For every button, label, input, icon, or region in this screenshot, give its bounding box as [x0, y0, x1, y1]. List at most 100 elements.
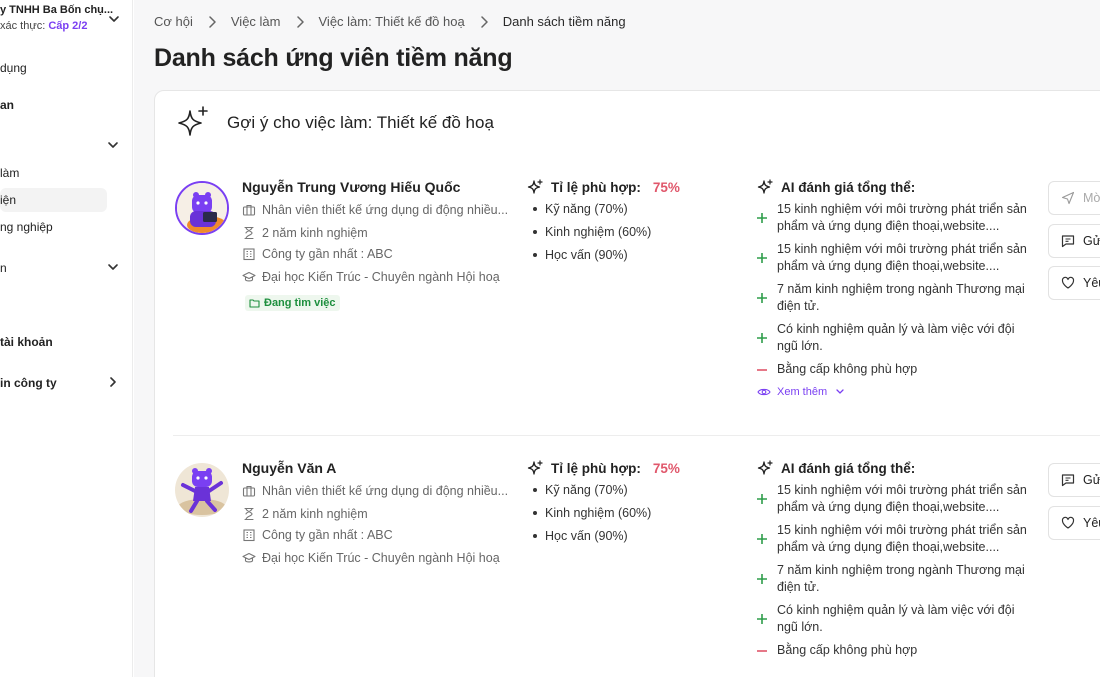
heart-icon [1061, 276, 1075, 290]
chevron-down-icon [836, 389, 844, 394]
ai-con-item: Bằng cấp không phù hợp [757, 642, 1037, 659]
education-row: Đại học Kiến Trúc - Chuyên ngành Hội hoạ [242, 270, 500, 284]
sidebar-item-1[interactable]: dụng [0, 61, 27, 75]
see-more-label: Xem thêm [777, 386, 828, 398]
avatar [175, 463, 229, 517]
ai-evaluation-block: AI đánh giá tổng thể: 15 kinh nghiệm với… [757, 179, 1037, 398]
briefcase-icon [242, 484, 256, 498]
ai-pro-item: Có kinh nghiệm quản lý và làm việc với đ… [757, 321, 1037, 355]
invite-button[interactable]: Mờ [1048, 181, 1100, 215]
breadcrumb-item-opportunities[interactable]: Cơ hội [154, 14, 193, 29]
breadcrumb-item-current: Danh sách tiềm năng [502, 14, 626, 29]
status-text: Đang tìm việc [264, 297, 336, 309]
message-button[interactable]: Gửi [1048, 224, 1100, 258]
ai-item-text: 15 kinh nghiệm với môi trường phát triển… [777, 523, 1027, 554]
verification-prefix: xác thực: [0, 20, 46, 32]
fit-rate-value: 75% [652, 179, 680, 195]
avatar [175, 181, 229, 235]
fit-rate-block: Tỉ lệ phù hợp: 75% Kỹ năng (70%) Kinh ng… [527, 179, 680, 270]
fit-rate-title: Tỉ lệ phù hợp: 75% [527, 460, 680, 476]
ai-item-text: 7 năm kinh nghiệm trong ngành Thương mại… [777, 282, 1025, 313]
eye-icon [757, 388, 771, 396]
hourglass-icon [242, 226, 256, 240]
ai-pro-item: 15 kinh nghiệm với môi trường phát triển… [757, 482, 1037, 516]
candidate-position: Nhân viên thiết kế ứng dụng di động nhiề… [262, 203, 509, 217]
fit-item: Kỹ năng (70%) [527, 482, 680, 498]
verification-status: xác thực: Cấp 2/2 [0, 20, 87, 32]
fit-item: Kỹ năng (70%) [527, 201, 680, 217]
chevron-right-icon[interactable] [106, 375, 120, 389]
ai-pro-item: 15 kinh nghiệm với môi trường phát triển… [757, 522, 1037, 556]
sidebar-item-4[interactable]: iện [0, 193, 16, 207]
chat-icon [1061, 234, 1075, 248]
sidebar-item-6[interactable]: n [0, 261, 7, 275]
building-icon [242, 247, 256, 261]
sidebar-item-7[interactable]: tài khoản [0, 335, 53, 349]
chevron-down-icon[interactable] [106, 260, 120, 274]
sidebar-item-3[interactable]: làm [0, 166, 19, 180]
heart-icon [1061, 516, 1075, 530]
message-button-label: Gửi [1083, 234, 1100, 248]
plus-icon [757, 293, 767, 303]
candidate-name[interactable]: Nguyễn Văn A [242, 460, 336, 476]
fit-item: Học vấn (90%) [527, 247, 680, 263]
message-button[interactable]: Gửi [1048, 463, 1100, 497]
candidate-company: Công ty gần nhất : ABC [262, 528, 393, 542]
see-more-link[interactable]: Xem thêm [757, 386, 1037, 398]
fit-item-text: Kỹ năng (70%) [545, 483, 628, 497]
experience-row: 2 năm kinh nghiệm [242, 226, 368, 240]
ai-item-text: 15 kinh nghiệm với môi trường phát triển… [777, 483, 1027, 514]
favorite-button[interactable]: Yêu [1048, 506, 1100, 540]
plus-icon [757, 494, 767, 504]
chat-icon [1061, 473, 1075, 487]
status-badge: Đang tìm việc [245, 295, 340, 311]
breadcrumb: Cơ hội Việc làm Việc làm: Thiết kế đồ ho… [154, 14, 626, 29]
sidebar-item-8[interactable]: in công ty [0, 376, 57, 390]
fit-item-text: Kỹ năng (70%) [545, 202, 628, 216]
sparkles-icon [178, 106, 208, 136]
breadcrumb-item-jobs[interactable]: Việc làm [231, 14, 281, 29]
sparkles-icon [527, 460, 543, 476]
chevron-right-icon [295, 15, 305, 28]
ai-pro-item: 15 kinh nghiệm với môi trường phát triển… [757, 201, 1037, 235]
minus-icon [757, 649, 767, 652]
plus-icon [757, 213, 767, 223]
page-title: Danh sách ứng viên tiềm năng [154, 44, 513, 72]
building-icon [242, 528, 256, 542]
ai-con-item: Bằng cấp không phù hợp [757, 361, 1037, 378]
ai-evaluation-title: AI đánh giá tổng thể: [757, 179, 1037, 195]
candidate-experience: 2 năm kinh nghiệm [262, 507, 368, 521]
ai-item-text: 15 kinh nghiệm với môi trường phát triển… [777, 202, 1027, 233]
candidate-position: Nhân viên thiết kế ứng dụng di động nhiề… [262, 484, 509, 498]
divider [173, 435, 1100, 436]
folder-icon [249, 299, 260, 308]
sparkles-icon [527, 179, 543, 195]
candidate-education: Đại học Kiến Trúc - Chuyên ngành Hội hoạ [262, 270, 500, 284]
chevron-down-icon[interactable] [107, 12, 121, 26]
ai-pro-item: 15 kinh nghiệm với môi trường phát triển… [757, 241, 1037, 275]
candidate-experience: 2 năm kinh nghiệm [262, 226, 368, 240]
sidebar-item-5[interactable]: ng nghiệp [0, 220, 53, 234]
candidate-name[interactable]: Nguyễn Trung Vương Hiếu Quốc [242, 179, 460, 195]
company-row: Công ty gần nhất : ABC [242, 528, 393, 542]
invite-button-label: Mờ [1083, 191, 1100, 205]
ai-item-text: 15 kinh nghiệm với môi trường phát triển… [777, 242, 1027, 273]
candidate-education: Đại học Kiến Trúc - Chuyên ngành Hội hoạ [262, 551, 500, 565]
main-content: Cơ hội Việc làm Việc làm: Thiết kế đồ ho… [134, 0, 1100, 677]
ai-item-text: 7 năm kinh nghiệm trong ngành Thương mại… [777, 563, 1025, 594]
briefcase-icon [242, 203, 256, 217]
favorite-button[interactable]: Yêu [1048, 266, 1100, 300]
chevron-down-icon[interactable] [106, 138, 120, 152]
fit-breakdown: Kỹ năng (70%) Kinh nghiệm (60%) Học vấn … [527, 201, 680, 263]
ai-evaluation-list: 15 kinh nghiệm với môi trường phát triển… [757, 201, 1037, 378]
breadcrumb-item-job[interactable]: Việc làm: Thiết kế đồ hoạ [319, 14, 465, 29]
ai-item-text: Có kinh nghiệm quản lý và làm việc với đ… [777, 603, 1015, 634]
ai-item-text: Bằng cấp không phù hợp [777, 362, 918, 376]
fit-rate-block: Tỉ lệ phù hợp: 75% Kỹ năng (70%) Kinh ng… [527, 460, 680, 551]
graduation-cap-icon [242, 270, 256, 284]
fit-item: Học vấn (90%) [527, 528, 680, 544]
sidebar-item-2[interactable]: an [0, 98, 14, 112]
ai-pro-item: Có kinh nghiệm quản lý và làm việc với đ… [757, 602, 1037, 636]
ai-item-text: Có kinh nghiệm quản lý và làm việc với đ… [777, 322, 1015, 353]
ai-pro-item: 7 năm kinh nghiệm trong ngành Thương mại… [757, 281, 1037, 315]
